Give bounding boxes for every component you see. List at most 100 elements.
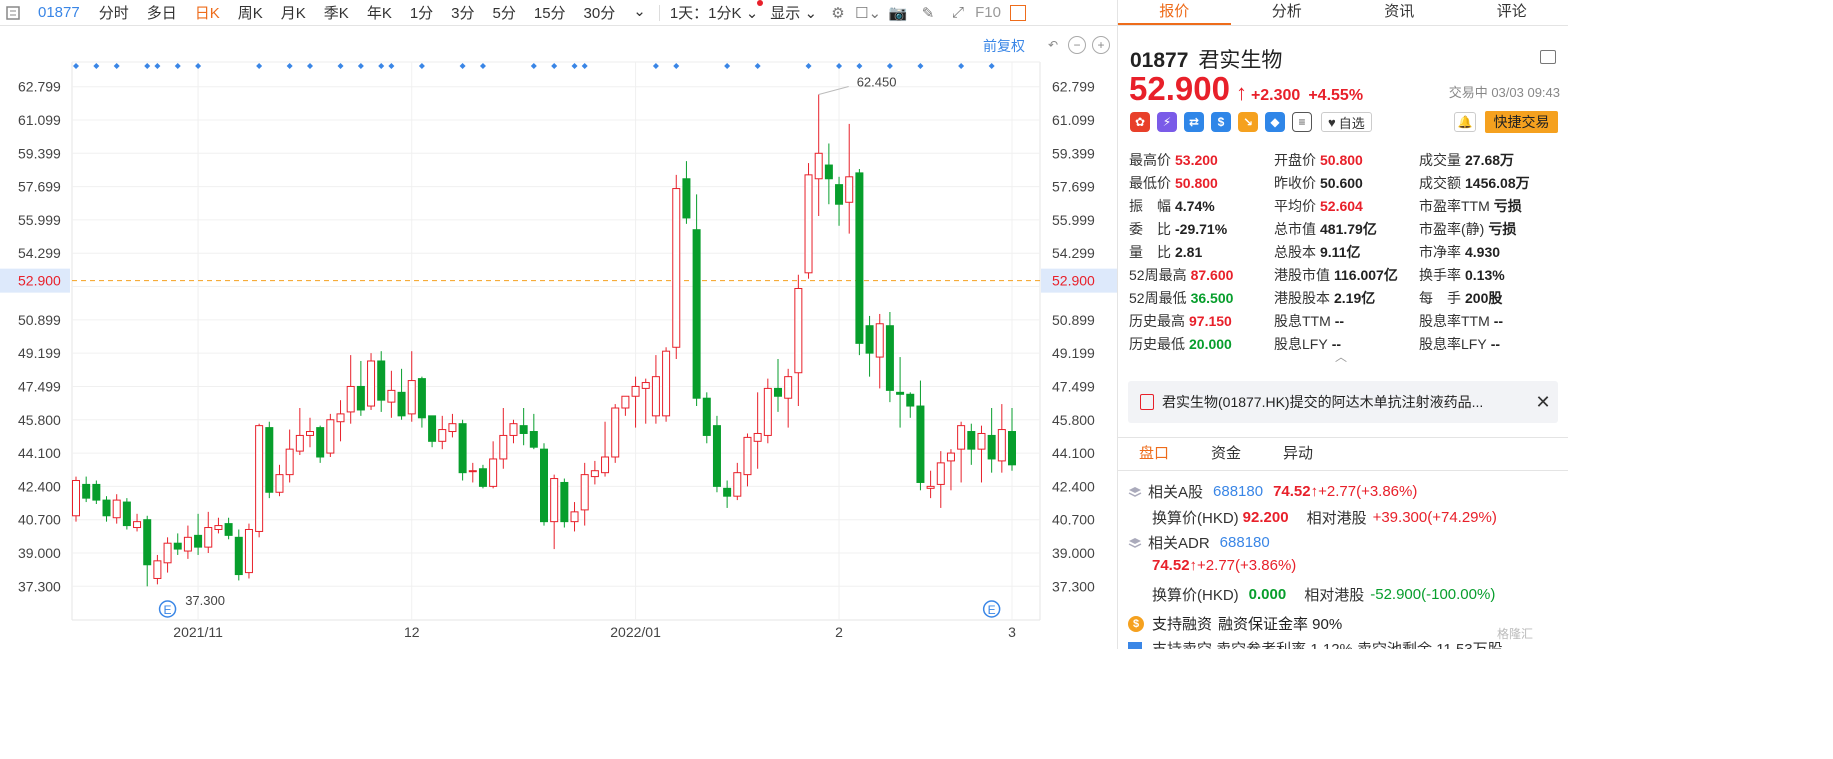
short-icon[interactable]: ↘ bbox=[1238, 112, 1258, 132]
candle-body bbox=[967, 431, 976, 450]
close-icon[interactable]: ✕ bbox=[1528, 392, 1558, 413]
bell-icon[interactable]: 🔔 bbox=[1454, 112, 1476, 132]
timeframe-tab[interactable]: 分时 bbox=[90, 2, 138, 23]
y-tick-label: 49.199 bbox=[18, 345, 61, 361]
event-dot bbox=[73, 63, 79, 69]
panel-tab[interactable]: 评论 bbox=[1456, 0, 1569, 25]
kline-chart[interactable]: 62.799 62.799 61.099 61.099 59.399 59.399 57.6… bbox=[0, 26, 1117, 649]
max-leader bbox=[818, 86, 849, 95]
timeframe-tab[interactable]: 15分 bbox=[525, 2, 575, 23]
arrow-up-icon: ↑ bbox=[1310, 483, 1319, 500]
timeframe-tab[interactable]: 3分 bbox=[442, 2, 483, 23]
conv-price-value: 92.200 bbox=[1242, 509, 1289, 526]
layout-select-icon[interactable]: ☐⌄ bbox=[853, 0, 883, 26]
y-tick-label: 57.699 bbox=[18, 179, 61, 195]
undo-icon[interactable]: ↶ bbox=[1044, 36, 1062, 54]
timeframe-tab[interactable]: 月K bbox=[272, 2, 315, 23]
display-select-label: 显示 bbox=[770, 5, 801, 22]
related-adr[interactable]: 相关ADR 688180 bbox=[1128, 532, 1270, 553]
candle-body bbox=[794, 287, 803, 374]
margin-icon[interactable]: ⚡ bbox=[1157, 112, 1177, 132]
related-adr-code[interactable]: 688180 bbox=[1220, 534, 1270, 551]
stat-label: 量 比 bbox=[1129, 243, 1171, 260]
stat-item: 港股市值 116.007亿 bbox=[1274, 265, 1419, 285]
candle-body bbox=[346, 385, 355, 413]
event-dot bbox=[958, 63, 965, 69]
period-select[interactable]: 1天：1分K ⌄ bbox=[664, 0, 764, 23]
stack-icon bbox=[1128, 486, 1142, 497]
timeframe-tab[interactable]: 日K bbox=[186, 2, 229, 23]
f10-button[interactable]: F10 bbox=[973, 0, 1003, 26]
settings-icon[interactable]: ⚙ bbox=[823, 0, 853, 26]
timeframe-tab[interactable]: 周K bbox=[229, 2, 272, 23]
display-select[interactable]: 显示 ⌄ bbox=[764, 2, 823, 23]
sidebar-toggle-icon[interactable] bbox=[1540, 50, 1556, 64]
watermark: 格隆汇 bbox=[1497, 627, 1534, 641]
timeframe-tab[interactable]: 年K bbox=[358, 2, 401, 23]
quick-trade-button[interactable]: 快捷交易 bbox=[1485, 111, 1558, 133]
app-window: 01877 分时 多日 日K 周K 月K 季K 年K 1分 3分 5分 15分 30分 ⌄ 1天：1分K… bbox=[0, 0, 1568, 649]
zoom-in-icon[interactable]: + bbox=[1092, 36, 1110, 54]
grip-icon[interactable] bbox=[6, 6, 20, 20]
related-a-code[interactable]: 688180 bbox=[1213, 483, 1263, 500]
candle-body bbox=[570, 511, 579, 523]
timeframe-tab[interactable]: 季K bbox=[315, 2, 358, 23]
panel-tab[interactable]: 资讯 bbox=[1343, 0, 1456, 25]
connect-icon[interactable]: ⇄ bbox=[1184, 112, 1204, 132]
candle-body bbox=[611, 407, 620, 458]
camera-icon[interactable]: 📷 bbox=[883, 0, 913, 26]
notes-icon[interactable]: ≡ bbox=[1292, 112, 1312, 132]
candle-body bbox=[672, 188, 681, 348]
related-a-label: 相关A股 bbox=[1148, 484, 1204, 501]
timeframe-tab[interactable]: 5分 bbox=[484, 2, 525, 23]
related-a-share[interactable]: 相关A股 688180 74.52 ↑ +2.77(+3.86%) bbox=[1128, 481, 1417, 502]
stock-name: 君实生物 bbox=[1198, 49, 1283, 72]
panel-toggle-icon[interactable] bbox=[1003, 0, 1033, 26]
candle-body bbox=[875, 323, 884, 358]
detail-tab[interactable]: 盘口 bbox=[1118, 438, 1190, 470]
candle-body bbox=[417, 378, 426, 419]
stat-label: 最高价 bbox=[1129, 151, 1171, 168]
chevron-up-icon[interactable]: ︿ bbox=[1335, 348, 1347, 365]
candle-body bbox=[946, 452, 955, 462]
dollar-icon[interactable]: $ bbox=[1211, 112, 1231, 132]
candle-body bbox=[692, 229, 701, 399]
candle-body bbox=[285, 448, 294, 476]
kline-svg: 62.799 62.799 61.099 61.099 59.399 59.399 57.6… bbox=[0, 61, 1117, 640]
fullscreen-icon[interactable]: ⤢ bbox=[943, 0, 973, 26]
x-tick-label: 2021/11 bbox=[173, 624, 223, 640]
chevron-down-icon: ⌄ bbox=[804, 5, 818, 22]
news-banner[interactable]: 君实生物(01877.HK)提交的阿达木单抗注射液药品... ✕ bbox=[1128, 381, 1558, 423]
stat-label: 52周最高 bbox=[1129, 266, 1187, 283]
tag-icon[interactable]: ◆ bbox=[1265, 112, 1285, 132]
zoom-out-icon[interactable]: − bbox=[1068, 36, 1086, 54]
panel-tab[interactable]: 分析 bbox=[1231, 0, 1344, 25]
chevron-down-icon[interactable]: ⌄ bbox=[624, 2, 655, 23]
news-headline[interactable]: 君实生物(01877.HK)提交的阿达木单抗注射液药品... bbox=[1162, 392, 1528, 412]
timeframe-tab[interactable]: 1分 bbox=[401, 2, 442, 23]
detail-tab[interactable]: 异动 bbox=[1262, 438, 1334, 470]
y-tick-label: 39.000 bbox=[1052, 545, 1095, 561]
watchlist-button[interactable]: ♥ 自选 bbox=[1321, 112, 1372, 132]
event-dot bbox=[724, 63, 731, 69]
event-dot bbox=[93, 63, 100, 69]
timeframe-tab[interactable]: 30分 bbox=[575, 2, 625, 23]
panel-tab[interactable]: 报价 bbox=[1118, 0, 1231, 25]
pen-icon[interactable]: ✎ bbox=[913, 0, 943, 26]
divider bbox=[658, 4, 660, 21]
current-price-label: 52.900 bbox=[1052, 273, 1095, 289]
stat-label: 振 幅 bbox=[1129, 197, 1171, 214]
candle-body bbox=[112, 499, 121, 519]
timeframe-tab[interactable]: 多日 bbox=[138, 2, 186, 23]
candle-body bbox=[295, 434, 304, 452]
adjust-mode-button[interactable]: 前复权 bbox=[983, 36, 1025, 56]
y-tick-label: 37.300 bbox=[18, 578, 61, 594]
hk-flag-icon[interactable]: ✿ bbox=[1130, 112, 1150, 132]
detail-tab[interactable]: 资金 bbox=[1190, 438, 1262, 470]
candle-body bbox=[519, 425, 528, 434]
price-change: +2.300 bbox=[1250, 87, 1301, 104]
candle-body bbox=[367, 360, 376, 407]
chart-toolbar: 01877 分时 多日 日K 周K 月K 季K 年K 1分 3分 5分 15分 30分 ⌄ 1天：1分K… bbox=[0, 0, 1117, 26]
conv-price-label: 换算价(HKD) bbox=[1152, 510, 1239, 527]
event-dot bbox=[286, 63, 293, 69]
